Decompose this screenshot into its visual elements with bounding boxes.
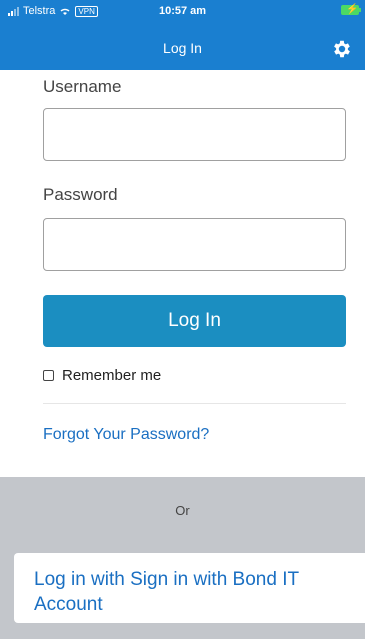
status-time: 10:57 am	[158, 5, 207, 17]
password-field[interactable]	[43, 218, 346, 271]
page-title: Log In	[163, 40, 202, 56]
forgot-password-link[interactable]: Forgot Your Password?	[43, 426, 209, 444]
status-bar: Telstra VPN 10:57 am ⚡	[0, 0, 365, 22]
login-button[interactable]: Log In	[43, 295, 346, 347]
remember-checkbox[interactable]	[43, 370, 54, 381]
or-separator: Or	[175, 503, 190, 518]
remember-me[interactable]: Remember me	[43, 367, 161, 384]
divider	[43, 403, 346, 404]
username-field[interactable]	[43, 108, 346, 161]
battery-icon: ⚡	[341, 4, 361, 15]
app-header: Telstra VPN 10:57 am ⚡ Log In	[0, 0, 365, 70]
username-label: Username	[43, 77, 122, 96]
password-label: Password	[43, 185, 118, 204]
sso-login-button[interactable]: Log in with Sign in with Bond IT Account	[14, 553, 365, 623]
gear-icon[interactable]	[331, 38, 353, 60]
remember-label: Remember me	[62, 367, 162, 384]
